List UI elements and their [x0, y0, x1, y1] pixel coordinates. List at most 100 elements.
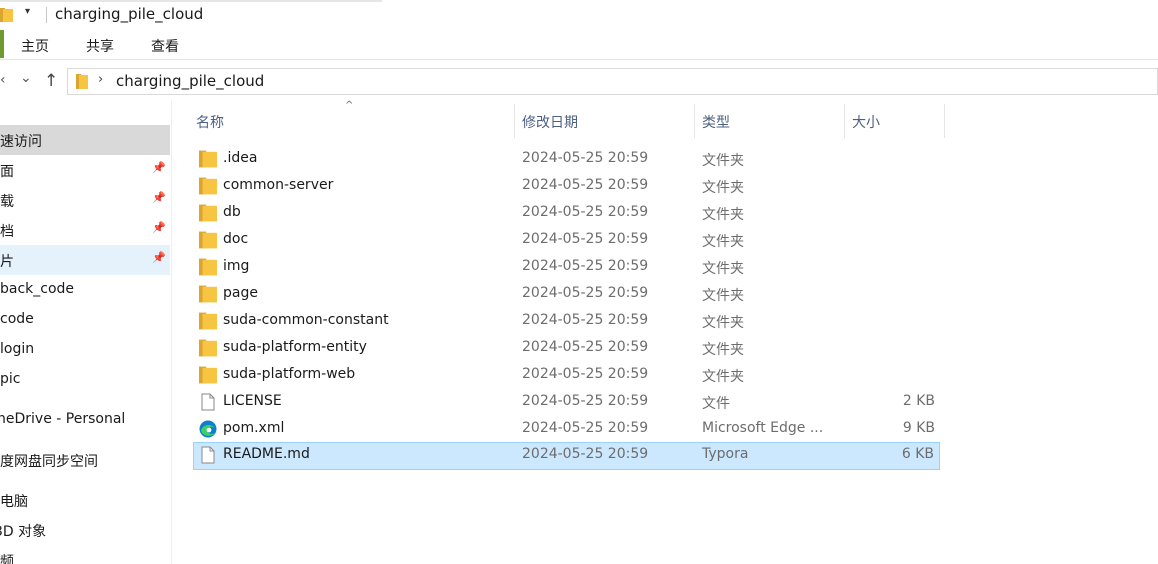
- sidebar-item-pictures[interactable]: 图片 📌: [0, 245, 170, 275]
- folder-icon: [0, 8, 13, 22]
- tab-home[interactable]: 主页: [21, 36, 49, 56]
- folder-icon: [76, 74, 88, 89]
- folder-icon: [199, 312, 217, 330]
- file-row[interactable]: page 2024-05-25 20:59 文件夹: [193, 281, 940, 308]
- file-name: pom.xml: [223, 420, 285, 436]
- column-header-label: 类型: [702, 115, 730, 131]
- sidebar-item-back-code[interactable]: back_code: [0, 275, 170, 305]
- sidebar-item-label: 视频: [0, 554, 14, 564]
- sidebar-item-documents[interactable]: 文档 📌: [0, 215, 170, 245]
- column-header-size[interactable]: 大小: [846, 104, 945, 138]
- column-header-name[interactable]: 名称 ^: [190, 100, 515, 138]
- file-name: common-server: [223, 177, 334, 193]
- file-name: suda-common-constant: [223, 312, 389, 328]
- file-row[interactable]: suda-platform-web 2024-05-25 20:59 文件夹: [193, 362, 940, 389]
- title-separator: [46, 7, 47, 23]
- sidebar-item-baidu-netdisk[interactable]: 百度网盘同步空间: [0, 445, 170, 475]
- file-name: LICENSE: [223, 393, 282, 409]
- folder-icon: [199, 339, 217, 357]
- file-type: Microsoft Edge ...: [702, 420, 824, 436]
- window-title: charging_pile_cloud: [55, 5, 204, 23]
- file-type: 文件: [702, 396, 730, 412]
- file-name: .idea: [223, 150, 258, 166]
- file-name: suda-platform-web: [223, 366, 356, 382]
- sidebar-item-code[interactable]: code: [0, 305, 170, 335]
- file-date: 2024-05-25 20:59: [522, 285, 649, 301]
- recent-locations-button[interactable]: ⌄: [20, 70, 32, 86]
- sidebar-item-label: 文档: [0, 224, 14, 240]
- file-type: 文件夹: [702, 234, 744, 250]
- file-row[interactable]: img 2024-05-25 20:59 文件夹: [193, 254, 940, 281]
- folder-icon: [199, 231, 217, 249]
- file-type: 文件夹: [702, 207, 744, 223]
- file-name: suda-platform-entity: [223, 339, 367, 355]
- address-bar[interactable]: › charging_pile_cloud: [67, 68, 1158, 95]
- tab-view[interactable]: 查看: [151, 36, 179, 56]
- file-size: 9 KB: [902, 420, 935, 436]
- file-date: 2024-05-25 20:59: [522, 177, 649, 193]
- file-row[interactable]: pom.xml 2024-05-25 20:59 Microsoft Edge …: [193, 416, 940, 443]
- up-button[interactable]: ↑: [44, 71, 58, 91]
- pin-icon: 📌: [152, 191, 166, 204]
- file-name: README.md: [223, 446, 310, 462]
- file-row[interactable]: doc 2024-05-25 20:59 文件夹: [193, 227, 940, 254]
- file-type: Typora: [702, 446, 749, 462]
- quick-access-dropdown[interactable]: ▾: [25, 6, 30, 17]
- column-header-label: 大小: [852, 115, 880, 131]
- sidebar-item-quick-access[interactable]: 快速访问: [0, 125, 170, 155]
- file-date: 2024-05-25 20:59: [522, 393, 649, 409]
- address-path[interactable]: charging_pile_cloud: [116, 72, 264, 90]
- folder-icon: [199, 285, 217, 303]
- sidebar-item-label: OneDrive - Personal: [0, 411, 126, 427]
- sidebar-item-videos[interactable]: 视频: [0, 545, 170, 564]
- address-row: ‹ ⌄ ↑ › charging_pile_cloud: [0, 64, 1158, 98]
- file-type: 文件夹: [702, 288, 744, 304]
- sidebar-item-pic[interactable]: pic: [0, 365, 170, 395]
- file-type: 文件夹: [702, 342, 744, 358]
- sidebar-item-label: 下载: [0, 194, 14, 210]
- file-row[interactable]: LICENSE 2024-05-25 20:59 文件 2 KB: [193, 389, 940, 416]
- tab-share[interactable]: 共享: [86, 36, 114, 56]
- file-name: img: [223, 258, 250, 274]
- file-date: 2024-05-25 20:59: [522, 312, 649, 328]
- file-date: 2024-05-25 20:59: [522, 420, 649, 436]
- column-header-label: 修改日期: [522, 115, 578, 131]
- file-type: 文件夹: [702, 180, 744, 196]
- sidebar-item-label: 百度网盘同步空间: [0, 454, 98, 470]
- pin-icon: 📌: [152, 221, 166, 234]
- sidebar-item-label: 图片: [0, 254, 14, 270]
- sidebar-item-3d-objects[interactable]: 3D 对象: [0, 515, 170, 545]
- file-date: 2024-05-25 20:59: [522, 204, 649, 220]
- file-date: 2024-05-25 20:59: [522, 150, 649, 166]
- file-row[interactable]: db 2024-05-25 20:59 文件夹: [193, 200, 940, 227]
- title-bar: ▾ charging_pile_cloud: [0, 0, 1158, 30]
- file-row-selected[interactable]: README.md 2024-05-25 20:59 Typora 6 KB: [193, 442, 940, 470]
- pin-icon: 📌: [152, 161, 166, 174]
- file-row[interactable]: common-server 2024-05-25 20:59 文件夹: [193, 173, 940, 200]
- sidebar-item-label: 3D 对象: [0, 524, 47, 540]
- sidebar-item-label: code: [0, 311, 34, 327]
- file-type: 文件夹: [702, 261, 744, 277]
- chevron-right-icon[interactable]: ›: [98, 72, 103, 87]
- sidebar-item-desktop[interactable]: 桌面 📌: [0, 155, 170, 185]
- column-header-type[interactable]: 类型: [696, 104, 845, 138]
- file-row[interactable]: suda-platform-entity 2024-05-25 20:59 文件…: [193, 335, 940, 362]
- file-date: 2024-05-25 20:59: [522, 339, 649, 355]
- sort-ascending-icon: ^: [345, 100, 354, 111]
- file-tab[interactable]: [0, 30, 4, 58]
- folder-icon: [199, 366, 217, 384]
- ribbon: 主页 共享 查看: [0, 30, 1158, 60]
- file-row[interactable]: suda-common-constant 2024-05-25 20:59 文件…: [193, 308, 940, 335]
- column-header-date[interactable]: 修改日期: [516, 104, 695, 138]
- back-button[interactable]: ‹: [0, 72, 6, 88]
- sidebar-item-label: 桌面: [0, 164, 14, 180]
- sidebar-item-onedrive[interactable]: OneDrive - Personal: [0, 405, 170, 435]
- folder-icon: [199, 177, 217, 195]
- sidebar-item-label: login: [0, 341, 35, 357]
- sidebar-item-login[interactable]: login: [0, 335, 170, 365]
- sidebar-item-downloads[interactable]: 下载 📌: [0, 185, 170, 215]
- sidebar-item-this-pc[interactable]: 此电脑: [0, 485, 170, 515]
- file-row[interactable]: .idea 2024-05-25 20:59 文件夹: [193, 146, 940, 173]
- title-shadow: [0, 0, 382, 2]
- file-date: 2024-05-25 20:59: [522, 258, 649, 274]
